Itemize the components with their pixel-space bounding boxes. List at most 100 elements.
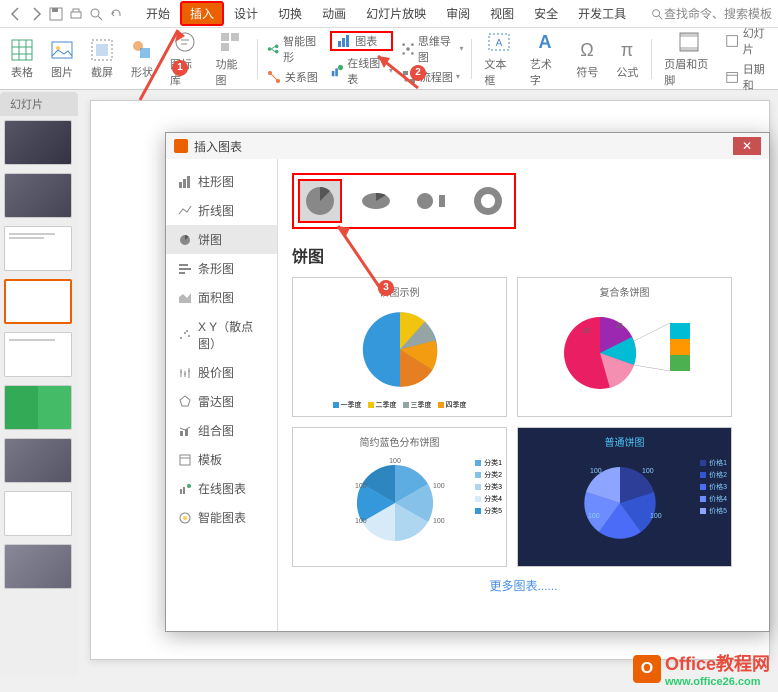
ribbon-table[interactable]: 表格 [6,38,38,80]
pie-subtype-doughnut[interactable] [466,179,510,223]
chart-preview[interactable]: 简约蓝色分布饼图 100 100 100 100 [292,427,507,567]
ribbon-textbox[interactable]: A文本框 [480,30,518,88]
ribbon-datetime[interactable]: 日期和 [725,61,772,93]
preview-icon[interactable] [88,6,104,22]
pie-subtype-bar-of-pie[interactable] [410,179,454,223]
cat-scatter[interactable]: X Y（散点图） [166,312,277,358]
cat-label: 智能图表 [198,509,246,526]
ribbon-formula-label: 公式 [616,64,638,80]
menu-item-transition[interactable]: 切换 [268,1,312,26]
cat-combo[interactable]: 组合图 [166,416,277,445]
watermark-url: www.office26.com [665,676,770,688]
cat-label: X Y（散点图） [198,318,265,352]
ribbon-mindmap[interactable]: 思维导图▾ [401,33,464,65]
ribbon-screenshot[interactable]: 截屏 [86,38,118,80]
cat-line[interactable]: 折线图 [166,196,277,225]
cat-column[interactable]: 柱形图 [166,167,277,196]
svg-text:100: 100 [588,513,600,520]
close-button[interactable]: ✕ [733,137,761,155]
undo-icon[interactable] [108,6,124,22]
cat-bar[interactable]: 条形图 [166,254,277,283]
ribbon-iconlib[interactable]: 图标库 [166,30,204,88]
print-icon[interactable] [68,6,84,22]
chart-subtype-panel: 饼图 饼图示例 一季度二季度三季度四季度 复合条饼图 [278,159,769,631]
pie-subtype-3d[interactable] [354,179,398,223]
menu-item-security[interactable]: 安全 [524,1,568,26]
ribbon-shape-label: 形状 [131,64,153,80]
menu-item-review[interactable]: 审阅 [436,1,480,26]
menu-item-start[interactable]: 开始 [136,1,180,26]
search-placeholder: 查找命令、搜索模板 [664,5,772,22]
svg-text:A: A [538,32,551,52]
ribbon-relation-label: 关系图 [285,69,318,85]
ribbon-wordart[interactable]: A艺术字 [526,30,564,88]
slide-thumb-selected[interactable] [4,279,72,324]
cat-pie[interactable]: 饼图 [166,225,277,254]
slide-thumb[interactable] [4,438,72,483]
menu-item-design[interactable]: 设计 [224,1,268,26]
back-icon[interactable] [8,6,24,22]
ribbon-textbox-label: 文本框 [484,56,514,88]
save-icon[interactable] [48,6,64,22]
ribbon-image[interactable]: 图片 [46,38,78,80]
ribbon-slidenum[interactable]: 幻灯片 [725,25,772,57]
chart-preview[interactable]: 普通饼图 100 100 100 100 [517,427,732,567]
menu-item-animation[interactable]: 动画 [312,1,356,26]
ribbon-featurelib[interactable]: 功能图 [212,30,250,88]
slide-thumb[interactable] [4,226,72,271]
slide-thumb[interactable] [4,120,72,165]
watermark-logo: O [633,655,661,683]
slide-thumb[interactable] [4,544,72,589]
menu-item-slideshow[interactable]: 幻灯片放映 [356,1,436,26]
ribbon-symbol[interactable]: Ω符号 [571,38,603,80]
pie-icon [350,303,450,396]
more-charts-link[interactable]: 更多图表...... [292,567,755,604]
ribbon-onlinechart[interactable]: 在线图表▾ [330,55,393,87]
pie-subtype-basic[interactable] [298,179,342,223]
cat-label: 在线图表 [198,480,246,497]
annotation-badge: 2 [410,65,426,81]
svg-text:Ω: Ω [581,40,594,60]
separator [651,39,652,79]
cat-label: 面积图 [198,289,234,306]
menu-item-view[interactable]: 视图 [480,1,524,26]
cat-label: 条形图 [198,260,234,277]
cat-template[interactable]: 模板 [166,445,277,474]
menu-item-insert[interactable]: 插入 [180,1,224,26]
slide-thumb[interactable] [4,385,72,430]
ribbon-smartart[interactable]: 智能图形 [266,33,322,65]
ribbon-screenshot-label: 截屏 [91,64,113,80]
cat-online[interactable]: 在线图表 [166,474,277,503]
annotation-badge: 3 [378,280,394,296]
ribbon-chart[interactable]: 图表 [330,31,393,51]
slide-panel-header: 幻灯片 [0,92,78,116]
chart-preview[interactable]: 复合条饼图 10 10 [517,277,732,417]
insert-chart-dialog: 插入图表 ✕ 柱形图 折线图 饼图 条形图 面积图 X Y（散点图） 股价图 雷… [165,132,770,632]
pie-subtype-row [292,173,516,229]
slide-thumb[interactable] [4,491,72,536]
svg-text:100: 100 [355,518,367,525]
cat-stock[interactable]: 股价图 [166,358,277,387]
ribbon-formula[interactable]: π公式 [611,38,643,80]
pie-bar-icon: 10 10 [550,303,700,399]
forward-icon[interactable] [28,6,44,22]
dialog-title-text: 插入图表 [194,138,242,155]
preview-title: 简约蓝色分布饼图 [360,434,440,449]
svg-text:10: 10 [582,328,590,335]
ribbon-shape[interactable]: 形状 [126,38,158,80]
cat-label: 雷达图 [198,393,234,410]
slide-thumb[interactable] [4,173,72,218]
cat-label: 组合图 [198,422,234,439]
ribbon-relation[interactable]: 关系图 [266,69,322,85]
ribbon-smartart-label: 智能图形 [283,33,322,65]
svg-text:100: 100 [650,513,662,520]
ribbon-mindmap-label: 思维导图 [418,33,457,65]
cat-area[interactable]: 面积图 [166,283,277,312]
search-box[interactable]: 查找命令、搜索模板 [650,5,772,22]
slide-thumb[interactable] [4,332,72,377]
menu-item-devtools[interactable]: 开发工具 [568,1,636,26]
chart-preview[interactable]: 饼图示例 一季度二季度三季度四季度 [292,277,507,417]
ribbon-headerfooter[interactable]: 页眉和页脚 [660,30,717,88]
cat-radar[interactable]: 雷达图 [166,387,277,416]
cat-smart[interactable]: 智能图表 [166,503,277,532]
